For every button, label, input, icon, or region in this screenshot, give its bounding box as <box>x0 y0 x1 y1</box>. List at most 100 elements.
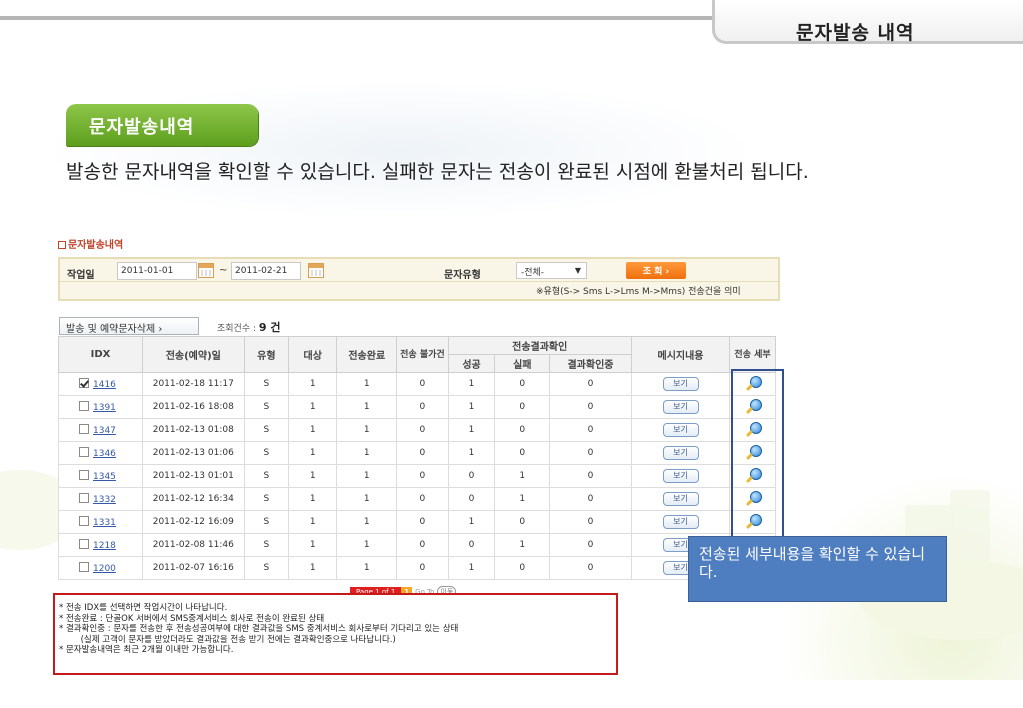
background-building <box>950 490 990 565</box>
note-line: (실제 고객이 문자를 받았더라도 결과값을 전송 받기 전에는 결과확인중으로… <box>59 634 396 645</box>
target-cell: 1 <box>288 464 338 488</box>
view-message-button[interactable]: 보기 <box>662 400 699 414</box>
calendar-icon[interactable] <box>308 263 324 278</box>
row-checkbox[interactable] <box>79 447 89 457</box>
row-checkbox[interactable] <box>79 470 89 480</box>
type-cell: S <box>243 510 290 534</box>
idx-cell: 1218 <box>57 533 144 557</box>
table-row: 1200 2011-02-07 16:16 S 1 1 0 1 0 0 보기 <box>57 556 776 580</box>
success-cell: 0 <box>447 464 496 488</box>
idx-link[interactable]: 1391 <box>93 403 116 413</box>
search-panel: 작업일 2011-01-01 ~ 2011-02-21 문자유형 -전체- ▼ 조… <box>58 257 780 301</box>
idx-link[interactable]: 1346 <box>93 449 116 459</box>
date-cell: 2011-02-12 16:09 <box>142 510 245 534</box>
target-cell: 1 <box>288 533 338 557</box>
section-badge: 문자발송내역 <box>66 104 258 146</box>
target-cell: 1 <box>288 395 338 419</box>
view-message-button[interactable]: 보기 <box>662 515 699 529</box>
result-count-value: 9 건 <box>258 321 281 334</box>
view-message-button[interactable]: 보기 <box>662 377 699 391</box>
done-cell: 1 <box>336 487 398 511</box>
row-checkbox[interactable] <box>79 378 89 388</box>
date-cell: 2011-02-13 01:08 <box>142 418 245 442</box>
unsendable-cell: 0 <box>396 510 449 534</box>
table-row: 1331 2011-02-12 16:09 S 1 1 0 1 0 0 보기 <box>57 510 776 534</box>
view-message-button[interactable]: 보기 <box>662 492 699 506</box>
message-cell: 보기 <box>630 464 731 488</box>
checking-cell: 0 <box>549 372 632 396</box>
delete-messages-button[interactable]: 발송 및 예약문자삭제 › <box>59 317 199 335</box>
type-cell: S <box>243 441 290 465</box>
checking-cell: 0 <box>549 510 632 534</box>
dropdown-arrow-icon: ▼ <box>574 266 581 275</box>
date-from-input[interactable]: 2011-01-01 <box>117 262 197 280</box>
target-cell: 1 <box>288 418 338 442</box>
calendar-icon[interactable] <box>198 263 214 278</box>
date-cell: 2011-02-07 16:16 <box>142 556 245 580</box>
column-header-checking: 결과확인중 <box>549 354 632 373</box>
target-cell: 1 <box>288 487 338 511</box>
row-checkbox[interactable] <box>79 516 89 526</box>
fail-cell: 0 <box>494 395 551 419</box>
table-row: 1218 2011-02-08 11:46 S 1 1 0 0 1 0 보기 <box>57 533 776 557</box>
fail-cell: 1 <box>494 533 551 557</box>
row-checkbox[interactable] <box>79 493 89 503</box>
type-cell: S <box>243 487 290 511</box>
fail-cell: 0 <box>494 372 551 396</box>
row-checkbox[interactable] <box>79 562 89 572</box>
column-header-target: 대상 <box>288 336 338 373</box>
page-title: 문자발송 내역 <box>796 22 915 44</box>
idx-link[interactable]: 1331 <box>93 518 116 528</box>
fail-cell: 0 <box>494 441 551 465</box>
note-line: * 결과확인중 : 문자를 전송한 후 전송성공여부에 대한 결과값을 SMS … <box>59 624 459 634</box>
target-cell: 1 <box>288 510 338 534</box>
view-message-button[interactable]: 보기 <box>662 446 699 460</box>
table-row: 1332 2011-02-12 16:34 S 1 1 0 0 1 0 보기 <box>57 487 776 511</box>
table-row: 1345 2011-02-13 01:01 S 1 1 0 0 1 0 보기 <box>57 464 776 488</box>
idx-link[interactable]: 1347 <box>93 426 116 436</box>
success-cell: 0 <box>447 487 496 511</box>
idx-link[interactable]: 1416 <box>93 380 116 390</box>
column-header-type: 유형 <box>243 336 290 373</box>
done-cell: 1 <box>336 441 398 465</box>
unsendable-cell: 0 <box>396 441 449 465</box>
type-cell: S <box>243 372 290 396</box>
type-cell: S <box>243 464 290 488</box>
table-row: 1391 2011-02-16 18:08 S 1 1 0 1 0 0 보기 <box>57 395 776 419</box>
idx-cell: 1391 <box>57 395 144 419</box>
view-message-button[interactable]: 보기 <box>662 469 699 483</box>
success-cell: 1 <box>447 556 496 580</box>
row-checkbox[interactable] <box>79 539 89 549</box>
column-header-success: 성공 <box>447 354 496 373</box>
view-message-button[interactable]: 보기 <box>662 423 699 437</box>
date-to-input[interactable]: 2011-02-21 <box>231 262 301 280</box>
message-cell: 보기 <box>630 441 731 465</box>
idx-cell: 1200 <box>57 556 144 580</box>
unsendable-cell: 0 <box>396 372 449 396</box>
column-header-result-group: 전송결과확인 <box>447 336 632 355</box>
message-type-select[interactable]: -전체- ▼ <box>516 262 587 279</box>
unsendable-cell: 0 <box>396 533 449 557</box>
message-type-value: -전체- <box>521 268 545 278</box>
search-button[interactable]: 조 회 › <box>626 262 686 279</box>
idx-cell: 1347 <box>57 418 144 442</box>
column-header-idx: IDX <box>57 336 144 373</box>
row-checkbox[interactable] <box>79 424 89 434</box>
note-line: * 전송완료 : 단골OK 서버에서 SMS중계서비스 회사로 전송이 완료된 … <box>59 613 325 624</box>
column-header-done: 전송완료 <box>336 336 398 373</box>
history-table: IDX 전송(예약)일 유형 대상 전송완료 전송 불가건 전송결과확인 메시지… <box>57 336 776 580</box>
idx-link[interactable]: 1218 <box>93 541 116 551</box>
date-cell: 2011-02-13 01:06 <box>142 441 245 465</box>
detail-callout: 전송된 세부내용을 확인할 수 있습니다. <box>688 536 947 602</box>
done-cell: 1 <box>336 533 398 557</box>
row-checkbox[interactable] <box>79 401 89 411</box>
done-cell: 1 <box>336 464 398 488</box>
fail-cell: 1 <box>494 464 551 488</box>
table-row: 1347 2011-02-13 01:08 S 1 1 0 1 0 0 보기 <box>57 418 776 442</box>
idx-link[interactable]: 1332 <box>93 495 116 505</box>
idx-link[interactable]: 1345 <box>93 472 116 482</box>
fail-cell: 1 <box>494 487 551 511</box>
column-header-date: 전송(예약)일 <box>142 336 245 373</box>
checking-cell: 0 <box>549 464 632 488</box>
idx-link[interactable]: 1200 <box>93 564 116 574</box>
